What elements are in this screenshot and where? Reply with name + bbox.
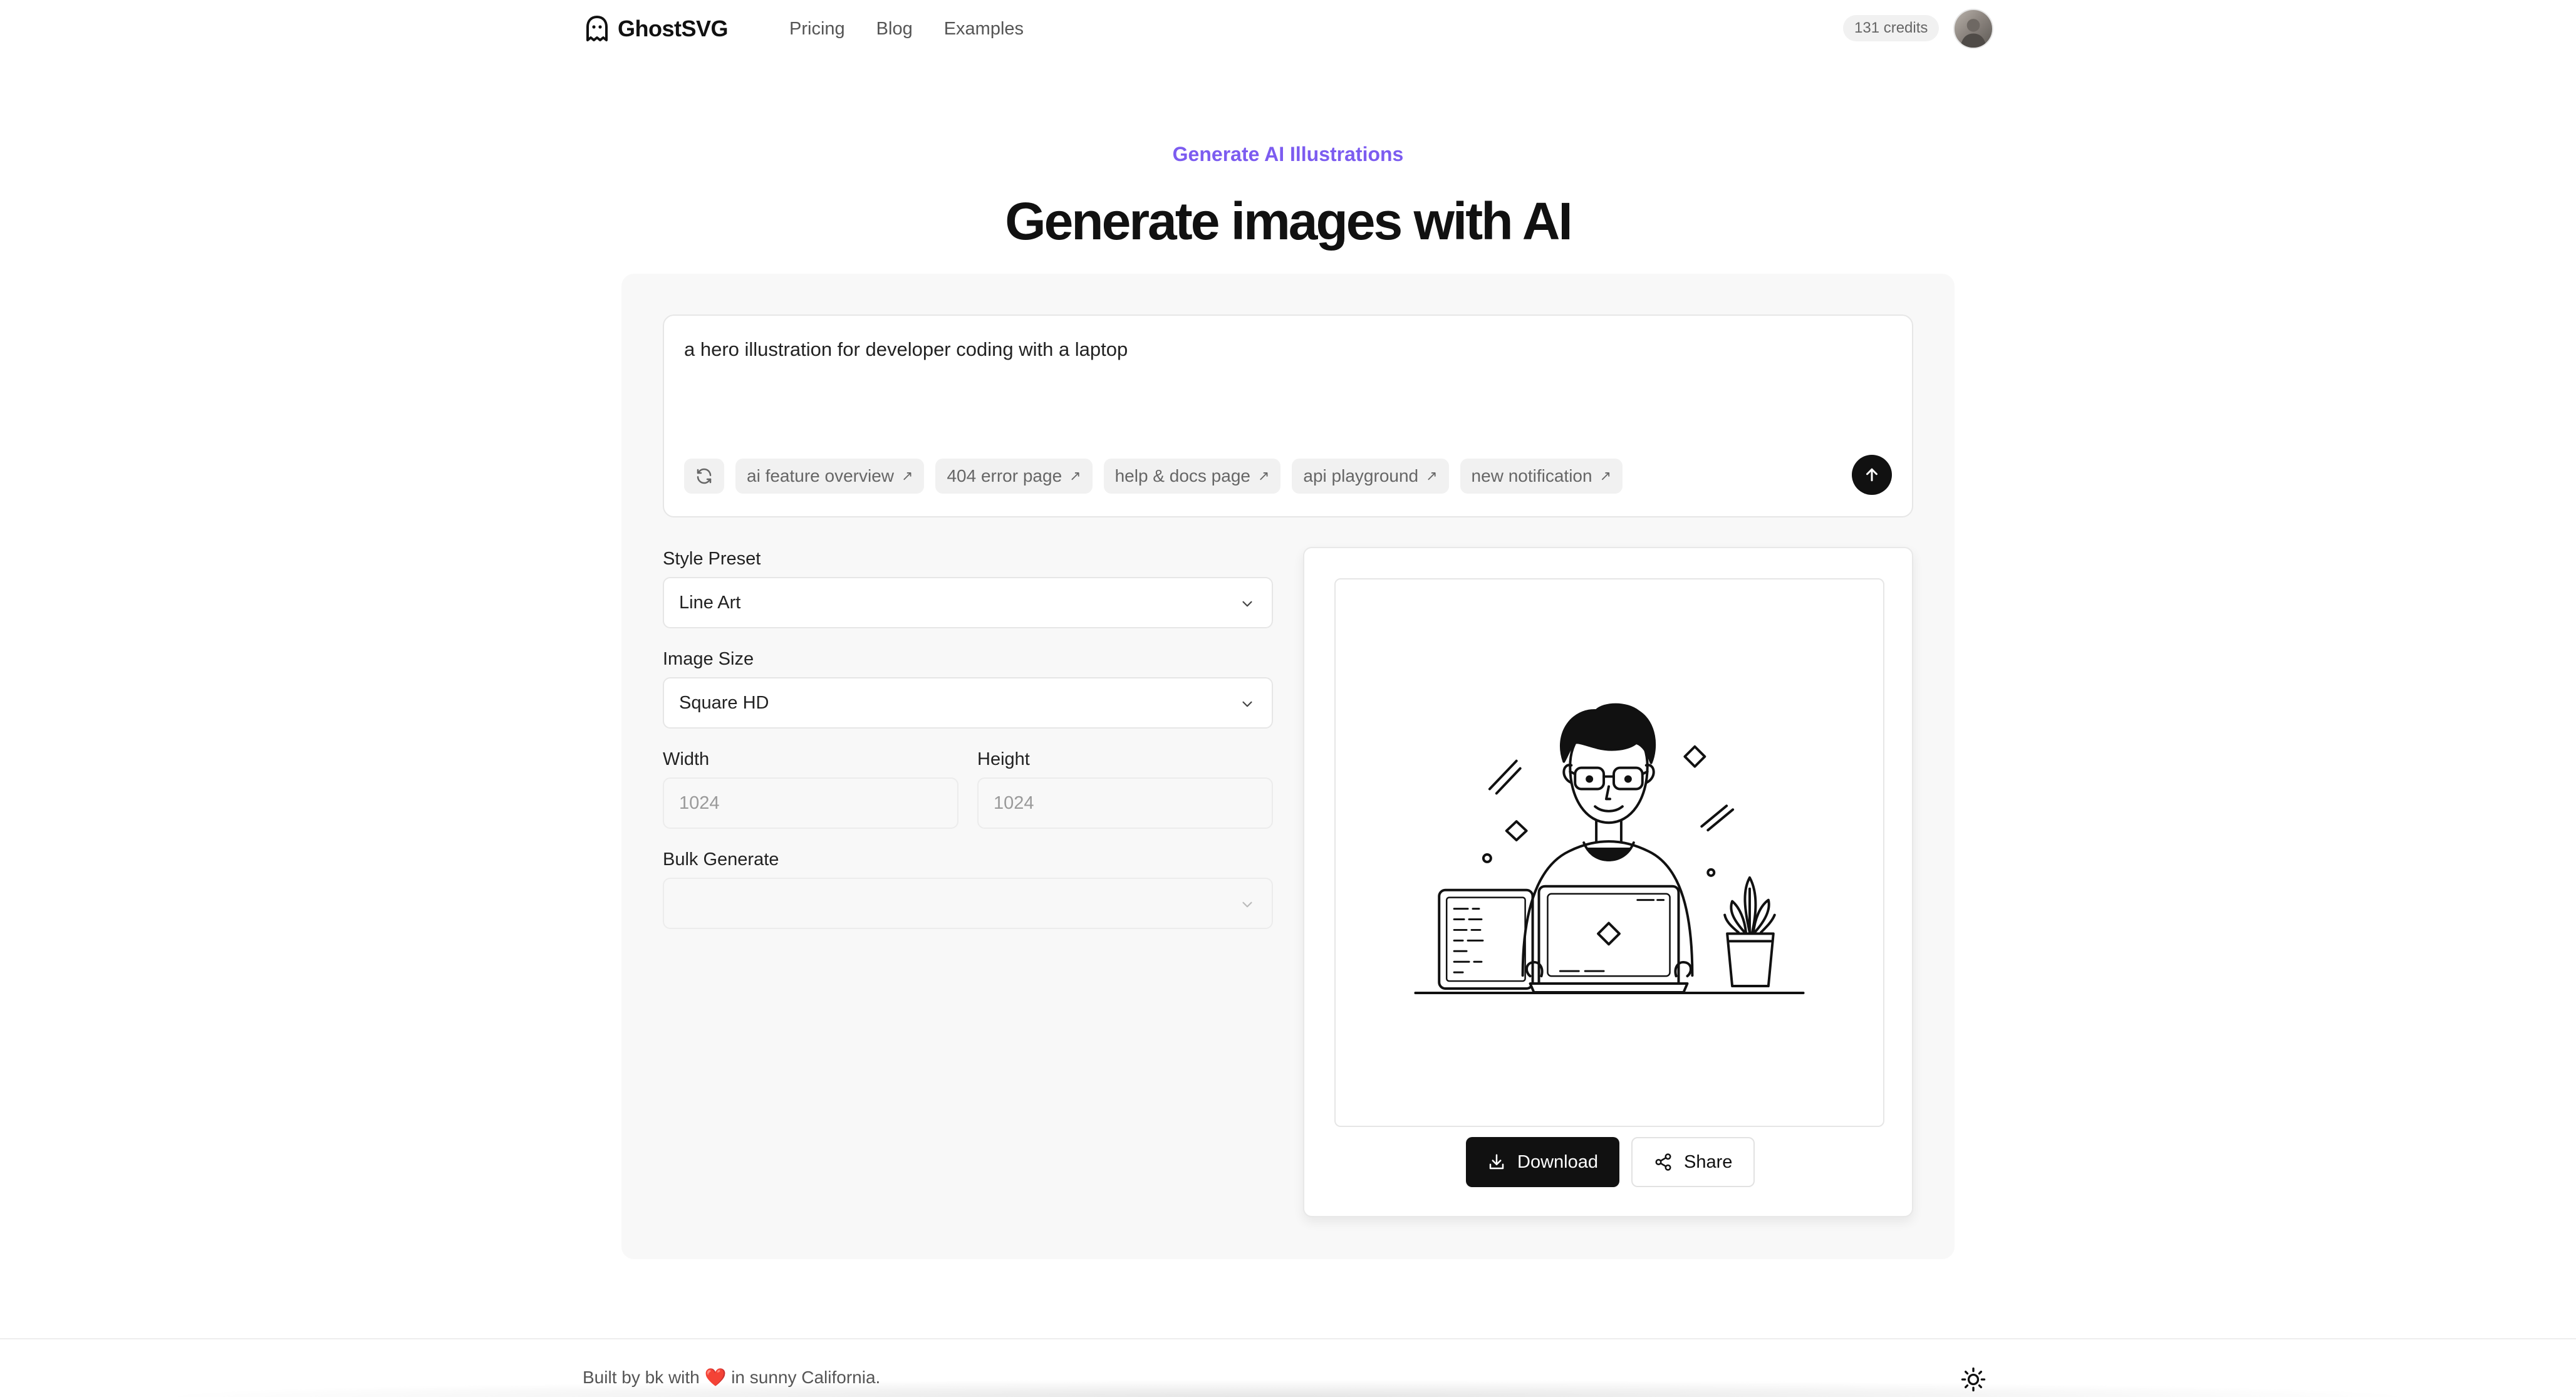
nav-link-examples[interactable]: Examples [944,18,1024,40]
arrow-up-icon [1866,468,1877,482]
footer-credit: Built by bk with ❤️ in sunny California. [583,1367,880,1388]
chevron-down-icon [1242,701,1252,707]
footer-shadow [144,1379,2431,1397]
suggestion-chip-label: ai feature overview [747,466,895,486]
width-field[interactable]: 1024 [663,777,958,829]
footer-text-after: in sunny California. [731,1368,881,1387]
suggestion-chips: ai feature overview ↗ 404 error page ↗ h… [684,459,1623,494]
share-icon [1655,1153,1671,1171]
hero-eyebrow: Generate AI Illustrations [1172,143,1404,165]
sun-icon[interactable] [1961,1367,1986,1392]
nav-link-pricing[interactable]: Pricing [789,18,845,40]
height-label: Height [977,749,1030,769]
arrow-up-right-icon: ↗ [1069,468,1081,484]
width-label: Width [663,749,710,769]
style-preset-value: Line Art [679,592,741,613]
refresh-suggestions-button[interactable] [684,459,724,494]
arrow-up-right-icon: ↗ [1599,468,1611,484]
arrow-up-right-icon: ↗ [1257,468,1270,484]
chevron-down-icon [1242,601,1252,607]
suggestion-chip-label: 404 error page [947,466,1062,486]
image-size-label: Image Size [663,649,754,669]
suggestion-chip-label: help & docs page [1114,466,1250,486]
generated-line-art-illustration [1414,703,1805,994]
height-field[interactable]: 1024 [977,777,1273,829]
avatar-photo [1960,19,1987,48]
suggestion-chip-label: api playground [1303,466,1419,486]
suggestion-chip[interactable]: 404 error page ↗ [935,459,1093,494]
refresh-icon [697,468,712,484]
suggestion-chip-label: new notification [1471,466,1592,486]
logo-link[interactable]: GhostSVG [584,14,729,44]
image-size-value: Square HD [679,692,769,713]
suggestion-chip[interactable]: help & docs page ↗ [1103,459,1281,494]
suggestion-chip[interactable]: ai feature overview ↗ [735,459,925,494]
bulk-generate-label: Bulk Generate [663,849,779,870]
style-preset-label: Style Preset [663,549,761,569]
download-button[interactable]: Download [1466,1137,1619,1187]
logo-text: GhostSVG [618,16,729,41]
heart-icon: ❤️ [704,1368,727,1387]
user-avatar[interactable] [1953,9,1993,49]
bulk-generate-select[interactable] [663,878,1273,929]
footer-text-before: Built by bk with [583,1368,700,1387]
download-icon [1489,1154,1504,1170]
ghost-logo-icon [586,16,608,41]
main-nav: Pricing Blog Examples [789,18,1024,40]
page-title: Generate images with AI [1005,192,1573,251]
top-nav-bar: GhostSVG Pricing Blog Examples 131 credi… [0,0,2576,58]
prompt-box: a hero illustration for developer coding… [663,314,1913,517]
generated-image-frame [1334,578,1884,1127]
chevron-down-icon [1242,901,1252,908]
nav-link-blog[interactable]: Blog [876,18,913,40]
arrow-up-right-icon: ↗ [1426,468,1438,484]
share-button[interactable]: Share [1631,1137,1755,1187]
share-button-label: Share [1684,1151,1733,1172]
prompt-input[interactable]: a hero illustration for developer coding… [684,338,1128,361]
suggestion-chip[interactable]: api playground ↗ [1292,459,1449,494]
download-button-label: Download [1517,1151,1598,1172]
image-size-select[interactable]: Square HD [663,677,1273,729]
preview-card: Download Share [1303,547,1913,1217]
footer: Built by bk with ❤️ in sunny California. [0,1338,2576,1397]
suggestion-chip[interactable]: new notification ↗ [1460,459,1623,494]
credits-badge: 131 credits [1843,15,1940,41]
style-preset-select[interactable]: Line Art [663,577,1273,628]
arrow-up-right-icon: ↗ [901,468,913,484]
submit-prompt-button[interactable] [1852,455,1892,495]
